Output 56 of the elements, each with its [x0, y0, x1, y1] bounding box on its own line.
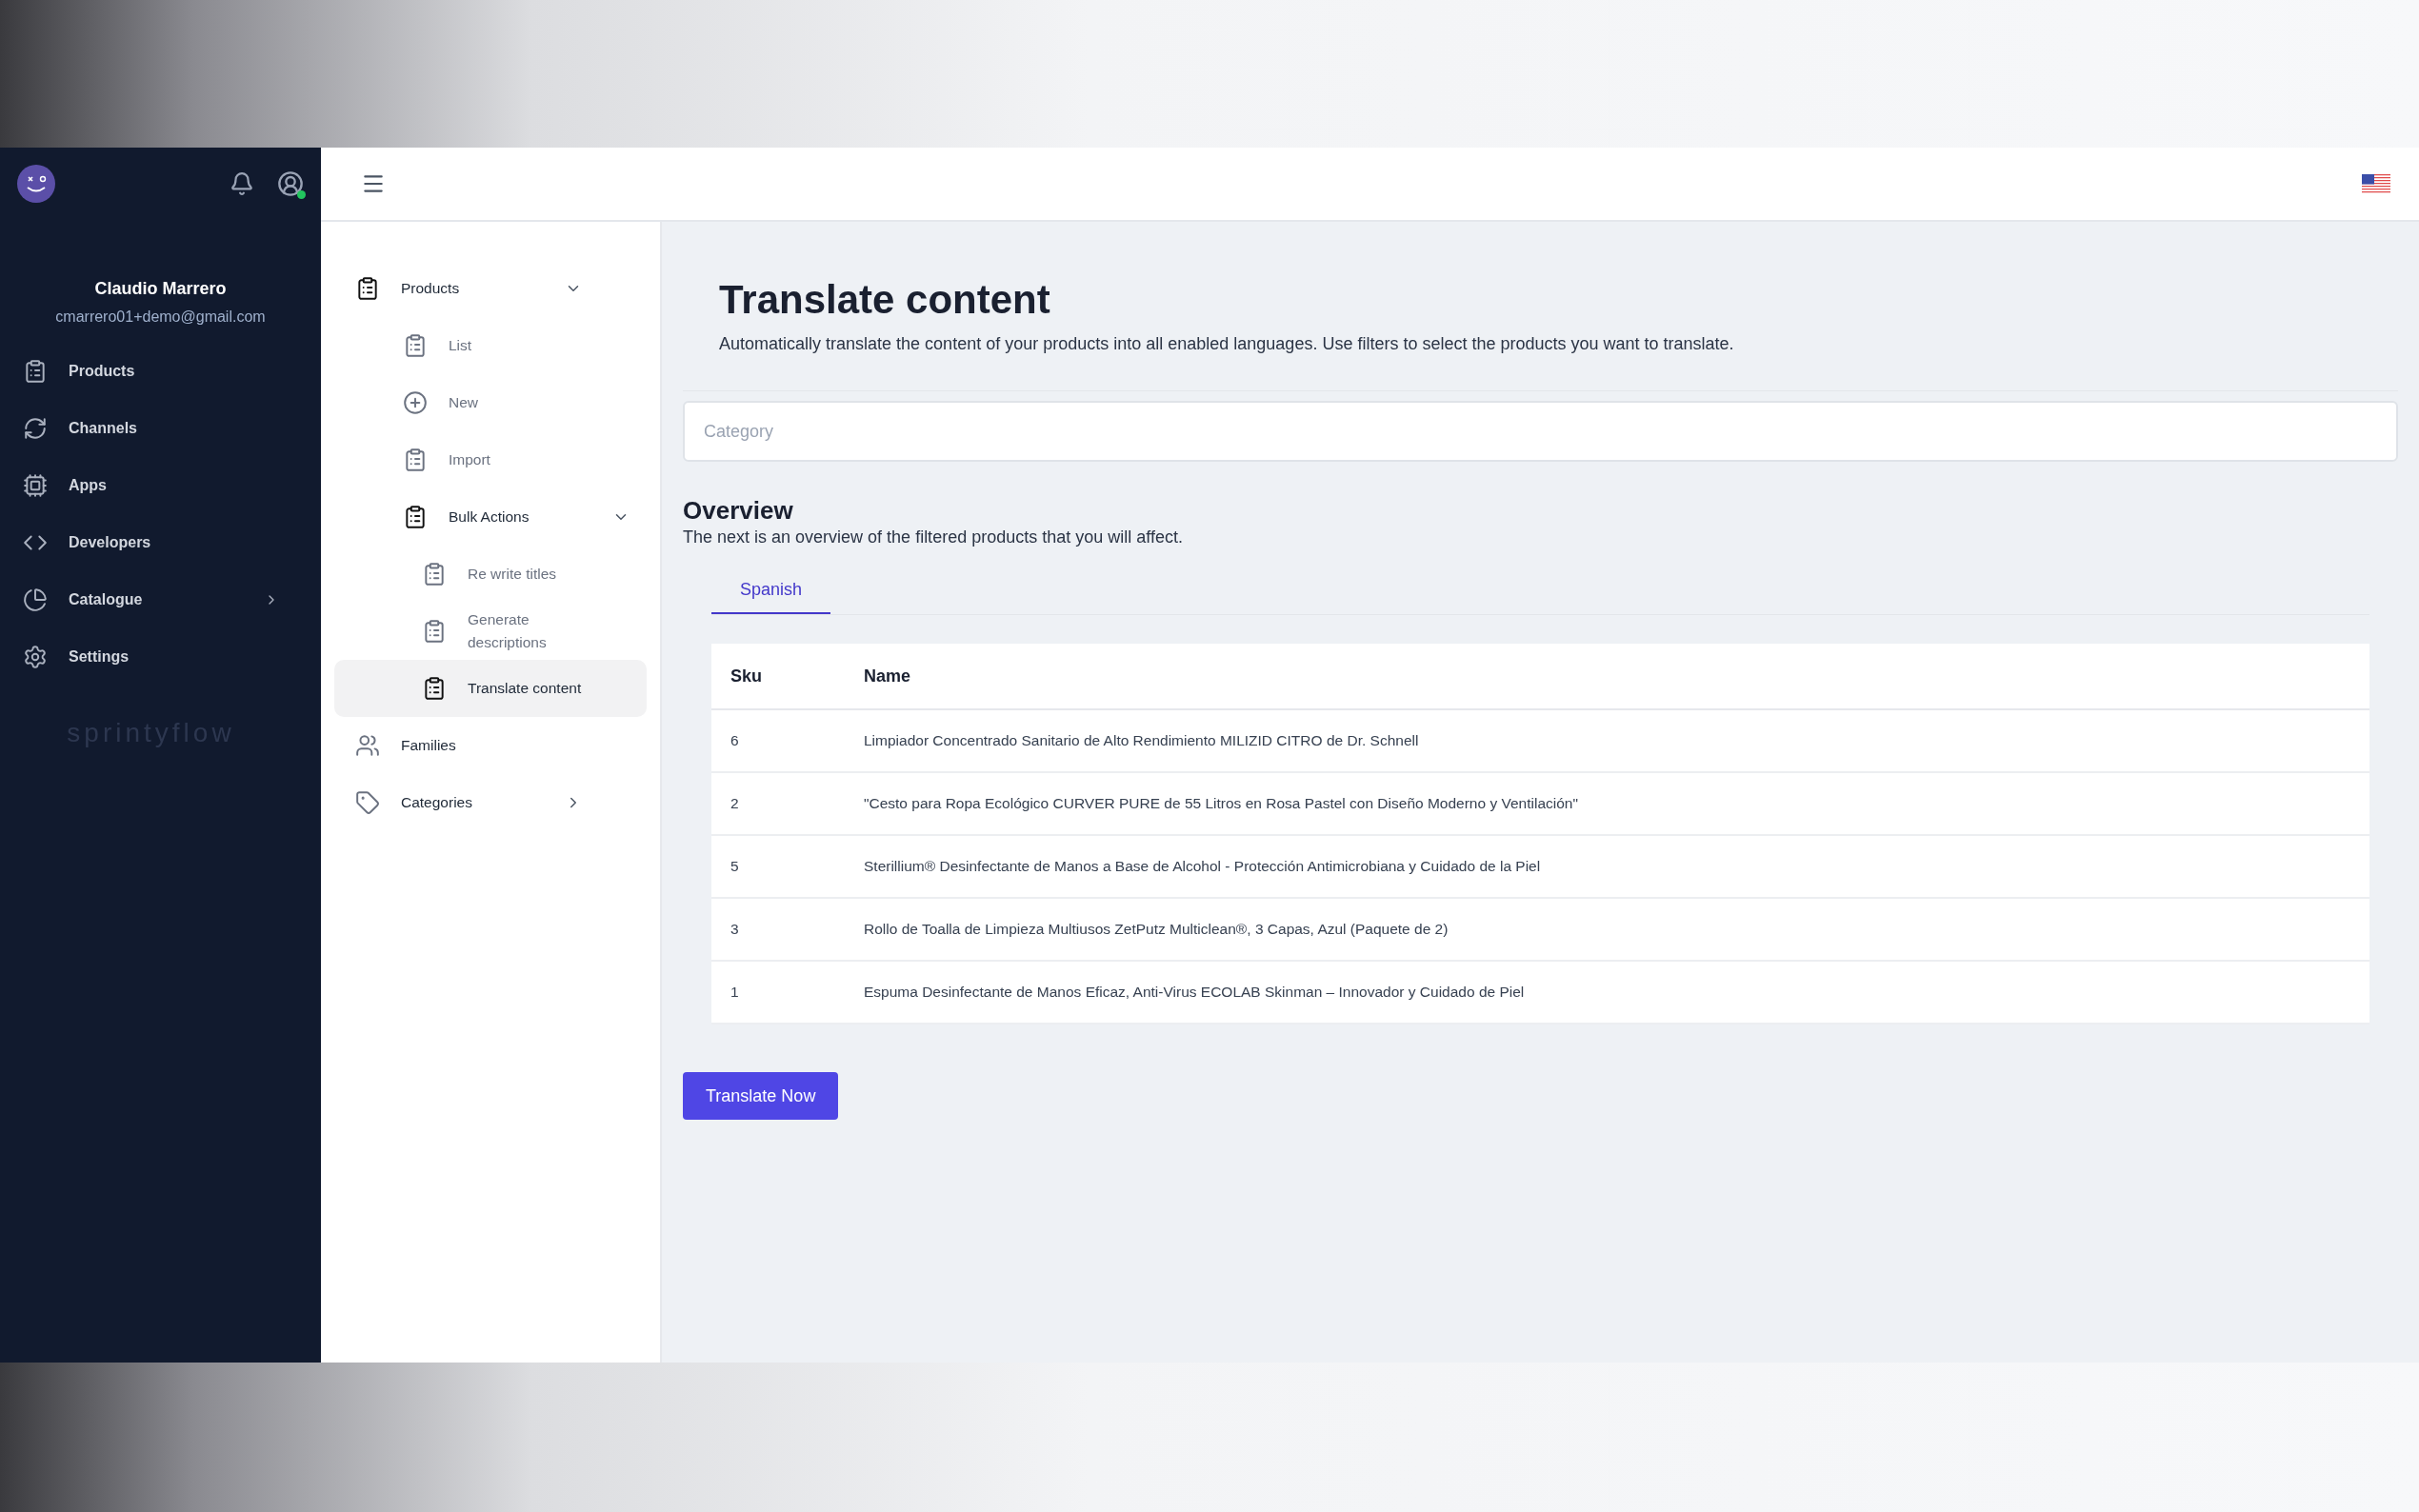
clipboard-icon: [355, 276, 380, 301]
clipboard-icon: [23, 359, 48, 384]
column-header: Name: [845, 644, 2369, 709]
page-description: Automatically translate the content of your products into all enabled languages. Use filters to select the products you want to translate.: [719, 334, 1735, 354]
table-cell: Limpiador Concentrado Sanitario de Alto Rendimiento MILIZID CITRO de Dr. Schnell: [845, 709, 2369, 772]
table-cell: "Cesto para Ropa Ecológico CURVER PURE de 55 Litros en Rosa Pastel con Diseño Moderno y Ventilación": [845, 772, 2369, 835]
submenu-item[interactable]: New: [334, 374, 647, 431]
submenu-item[interactable]: Products: [334, 260, 647, 317]
submenu-item[interactable]: Families: [334, 717, 647, 774]
page-title: Translate content: [719, 277, 1051, 323]
chip-icon: [23, 473, 48, 498]
submenu-item[interactable]: Import: [334, 431, 647, 488]
table-cell: Espuma Desinfectante de Manos Eficaz, Anti-Virus ECOLAB Skinman – Innovador y Cuidado de Piel: [845, 961, 2369, 1024]
nav-item[interactable]: Settings: [0, 628, 321, 686]
user-name: Claudio Marrero: [93, 279, 228, 299]
table-cell: 5: [711, 835, 845, 898]
section-description: The next is an overview of the filtered products that you will affect.: [683, 527, 1184, 547]
pie-chart-icon: [23, 587, 48, 612]
category-field[interactable]: Category: [683, 401, 2398, 462]
smiley-logo-icon: [17, 165, 55, 203]
submenu-item[interactable]: Translate content: [334, 660, 647, 717]
bell-icon[interactable]: [230, 171, 254, 196]
clipboard-icon: [422, 562, 447, 587]
nav-item[interactable]: Products: [0, 343, 321, 400]
clipboard-icon: [422, 619, 447, 644]
refresh-icon: [23, 416, 48, 441]
language-tab[interactable]: Spanish: [711, 567, 831, 614]
table-cell: 2: [711, 772, 845, 835]
clipboard-icon: [422, 676, 447, 701]
table-cell: Sterillium® Desinfectante de Manos a Base de Alcohol - Protección Antimicrobiana y Cuidado de la Piel: [845, 835, 2369, 898]
people-icon: [355, 733, 380, 758]
table-cell: 1: [711, 961, 845, 1024]
nav-item[interactable]: Channels: [0, 400, 321, 457]
tag-icon: [355, 790, 380, 815]
clipboard-icon: [403, 505, 428, 529]
translate-button[interactable]: Translate Now: [683, 1072, 839, 1120]
nav-item[interactable]: Catalogue: [0, 571, 321, 628]
submenu-item[interactable]: Generate descriptions: [334, 603, 647, 660]
settings-icon: [23, 645, 48, 669]
submenu-item[interactable]: List: [334, 317, 647, 374]
user-email: cmarrero01+demo@gmail.com: [54, 308, 267, 326]
submenu-item[interactable]: Bulk Actions: [334, 488, 647, 546]
clipboard-icon: [403, 448, 428, 472]
table-cell: 6: [711, 709, 845, 772]
submenu-item[interactable]: Re write titles: [334, 546, 647, 603]
plus-circle-icon: [403, 390, 428, 415]
user-icon[interactable]: [277, 170, 304, 197]
us-flag-icon[interactable]: [2362, 173, 2390, 194]
section-title: Overview: [683, 496, 794, 526]
table-cell: Rollo de Toalla de Limpieza Multiusos ZetPutz Multiclean®, 3 Capas, Azul (Paquete de 2): [845, 898, 2369, 961]
table-cell: 3: [711, 898, 845, 961]
column-header: Sku: [711, 644, 845, 709]
nav-item[interactable]: Apps: [0, 457, 321, 514]
nav-item[interactable]: Developers: [0, 514, 321, 571]
submenu-item[interactable]: Categories: [334, 774, 647, 831]
clipboard-icon: [403, 333, 428, 358]
